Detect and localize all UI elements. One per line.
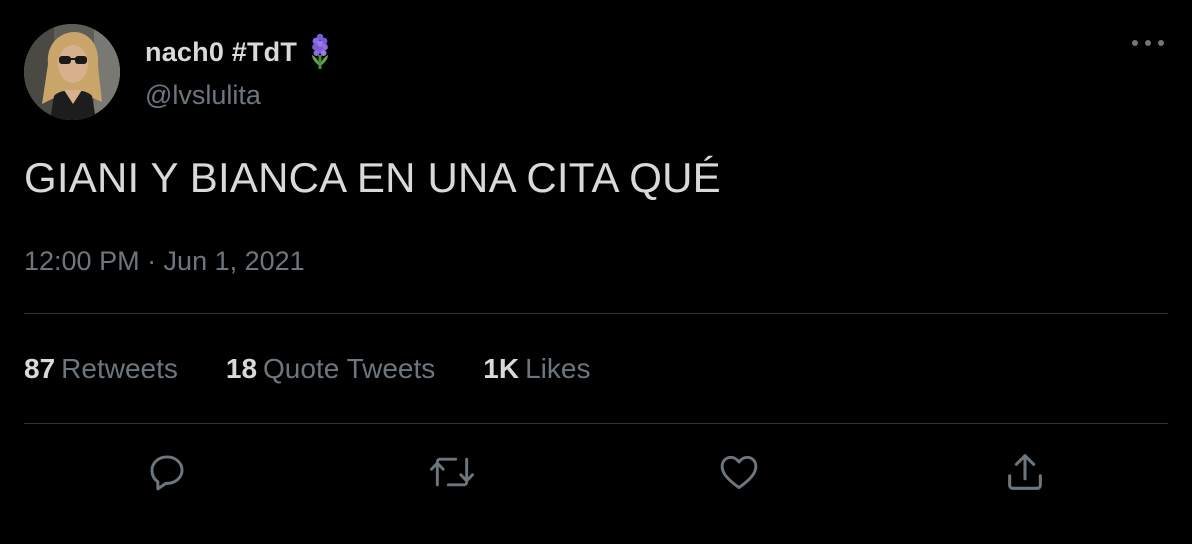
author-name-row[interactable]: nach0 #TdT: [145, 32, 333, 72]
tweet-card: nach0 #TdT @lvslulita GIANI Y BIANCA EN …: [0, 0, 1192, 544]
avatar[interactable]: [24, 24, 120, 120]
quotes-label: Quote Tweets: [263, 353, 436, 384]
likes-label: Likes: [525, 353, 591, 384]
divider: [24, 313, 1168, 314]
share-button[interactable]: [1001, 448, 1049, 496]
like-icon: [720, 455, 758, 490]
retweet-icon: [430, 457, 474, 487]
likes-count: 1K: [483, 353, 520, 384]
retweets-label: Retweets: [61, 353, 178, 384]
retweet-button[interactable]: [428, 448, 476, 496]
avatar-photo: [24, 24, 120, 120]
divider: [24, 423, 1168, 424]
hyacinth-emoji: [307, 33, 333, 71]
author-handle[interactable]: @lvslulita: [145, 80, 261, 111]
retweets-count: 87: [24, 353, 56, 384]
display-name[interactable]: nach0 #TdT: [145, 37, 297, 68]
more-options-button[interactable]: [1124, 28, 1172, 58]
reply-icon: [150, 455, 184, 491]
tweet-text: GIANI Y BIANCA EN UNA CITA QUÉ: [24, 154, 721, 201]
share-icon: [1008, 454, 1042, 490]
retweets-stat[interactable]: 87 Retweets: [24, 353, 178, 385]
likes-stat[interactable]: 1K Likes: [483, 353, 590, 385]
like-button[interactable]: [715, 448, 763, 496]
tweet-timestamp[interactable]: 12:00 PM · Jun 1, 2021: [24, 246, 305, 277]
reply-button[interactable]: [143, 448, 191, 496]
more-icon: [1132, 40, 1164, 46]
quote-tweets-stat[interactable]: 18 Quote Tweets: [226, 353, 435, 385]
tweet-stats: 87 Retweets 18 Quote Tweets 1K Likes: [24, 353, 638, 385]
quotes-count: 18: [225, 353, 258, 384]
